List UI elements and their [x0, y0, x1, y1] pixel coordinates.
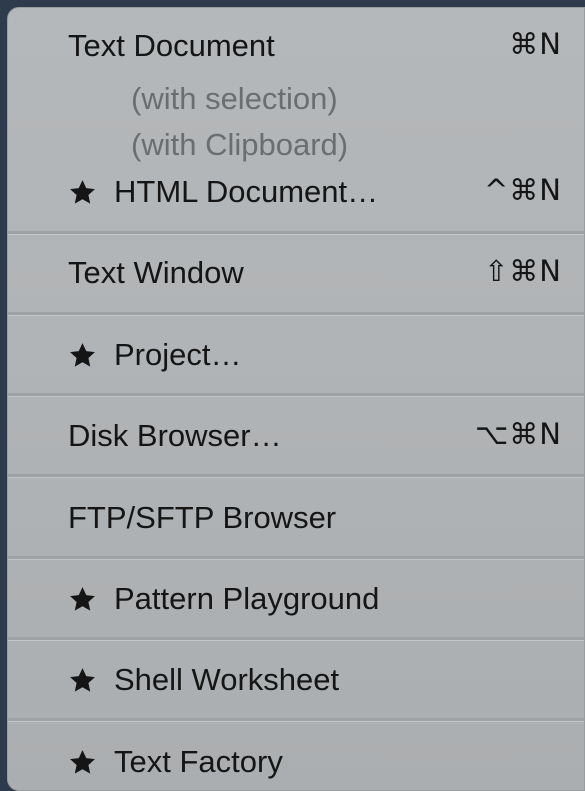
menu-separator [8, 718, 584, 722]
menu-separator [8, 556, 584, 560]
menu-separator [8, 312, 584, 316]
menu-item-label: FTP/SFTP Browser [68, 500, 337, 535]
menu-item-label: (with Clipboard) [131, 127, 349, 162]
menu-item-shortcut: ⇧⌘N [484, 254, 562, 288]
star-icon [70, 180, 95, 204]
menu-item-label: Text Document [68, 28, 275, 63]
new-document-menu: Text Document ⌘N (with selection) (with … [7, 7, 585, 791]
menu-item-pattern-playground[interactable]: Pattern Playground [8, 583, 584, 619]
menu-item-shortcut: ⌘N [509, 27, 562, 61]
menu-item-label: Disk Browser… [68, 418, 282, 453]
menu-separator [8, 474, 584, 478]
menu-item-ftp-sftp-browser[interactable]: FTP/SFTP Browser [8, 502, 584, 538]
menu-item-html-document[interactable]: HTML Document… ^⌘N [8, 176, 584, 212]
menu-item-text-document[interactable]: Text Document ⌘N [8, 30, 584, 66]
menu-item-project[interactable]: Project… [8, 339, 584, 375]
star-icon [70, 343, 95, 367]
menu-item-shortcut: ⌥⌘N [474, 417, 562, 451]
star-icon [70, 668, 95, 692]
menu-item-label: (with selection) [131, 81, 338, 116]
star-icon [70, 750, 95, 774]
menu-item-shortcut: ^⌘N [484, 173, 562, 207]
menu-item-text-window[interactable]: Text Window ⇧⌘N [8, 257, 584, 293]
menu-separator [8, 637, 584, 641]
menu-item-disk-browser[interactable]: Disk Browser… ⌥⌘N [8, 420, 584, 456]
menu-separator [8, 231, 584, 235]
menu-item-label: Text Window [68, 255, 244, 290]
menu-item-text-factory[interactable]: Text Factory [8, 746, 584, 782]
menu-item-with-clipboard: (with Clipboard) [8, 129, 584, 165]
menu-item-label: Shell Worksheet [114, 662, 340, 697]
menu-item-label: Project… [114, 337, 242, 372]
menu-item-with-selection: (with selection) [8, 83, 584, 119]
star-icon [70, 587, 95, 611]
menu-item-label: Pattern Playground [114, 581, 380, 616]
menu-item-shell-worksheet[interactable]: Shell Worksheet [8, 664, 584, 700]
menu-separator [8, 393, 584, 397]
menu-item-label: HTML Document… [114, 174, 379, 209]
menu-item-label: Text Factory [114, 744, 283, 779]
